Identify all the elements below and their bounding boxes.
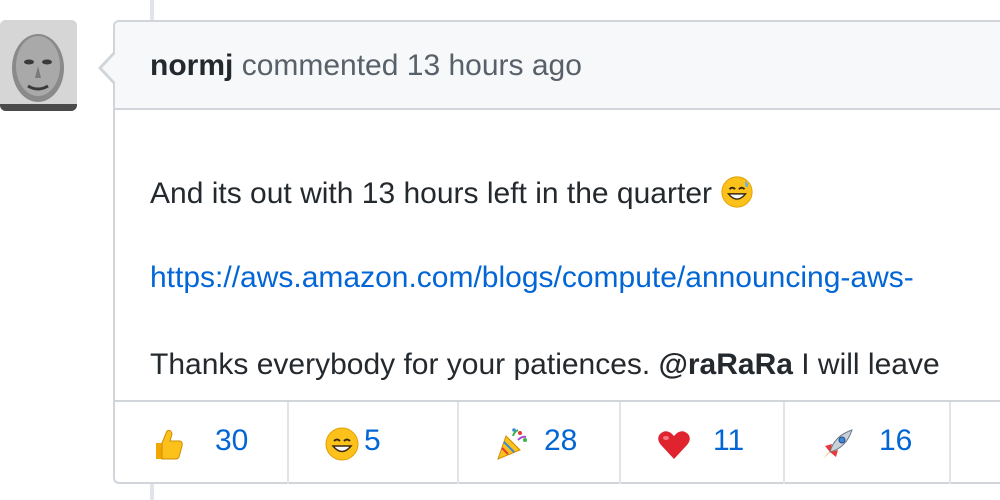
body-text-3-suffix: I will leave <box>801 348 940 381</box>
rocket-icon <box>823 429 853 459</box>
blog-link[interactable]: https://aws.amazon.com/blogs/compute/ann… <box>150 261 914 294</box>
heart-icon <box>658 431 690 459</box>
comment-header: normj commented 13 hours ago <box>115 22 1000 110</box>
reaction-count: 16 <box>879 424 913 457</box>
reaction-heart[interactable]: 11 <box>621 402 785 484</box>
reaction-count: 30 <box>215 424 249 457</box>
avatar-image <box>0 20 77 111</box>
reaction-count: 11 <box>713 424 745 457</box>
body-text-3: Thanks everybody for your patiences. <box>150 348 651 381</box>
comment-box: normj commented 13 hours ago And its out… <box>113 20 1000 484</box>
comment-action: commented <box>241 49 399 82</box>
reaction-rocket[interactable]: 16 <box>785 402 951 484</box>
header-text: normj commented 13 hours ago <box>150 49 582 83</box>
body-line-1: And its out with 13 hours left in the qu… <box>150 175 754 212</box>
reaction-hooray[interactable]: 28 <box>459 402 621 484</box>
reaction-thumbs-up[interactable]: 30 <box>115 402 289 484</box>
reaction-smile[interactable]: 5 <box>289 402 459 484</box>
user-mention[interactable]: @raRaRa <box>659 348 793 381</box>
reaction-count: 28 <box>544 424 578 457</box>
page: normj commented 13 hours ago And its out… <box>0 0 1000 500</box>
smile-icon <box>325 427 359 461</box>
reaction-count: 5 <box>364 424 381 457</box>
author-link[interactable]: normj <box>150 49 233 82</box>
body-line-2: https://aws.amazon.com/blogs/compute/ann… <box>150 260 914 296</box>
body-text-1: And its out with 13 hours left in the qu… <box>150 177 712 210</box>
reaction-add[interactable] <box>951 402 1000 484</box>
reactions-bar: 30 5 28 11 16 <box>115 400 1000 484</box>
avatar[interactable] <box>0 20 77 111</box>
body-line-3: Thanks everybody for your patiences. @ra… <box>150 347 940 383</box>
party-popper-icon <box>497 428 527 460</box>
thumbs-up-icon <box>156 429 183 460</box>
sweat-smile-emoji-icon <box>721 176 753 208</box>
comment-caret-fill <box>102 52 117 84</box>
timestamp-link[interactable]: 13 hours ago <box>407 49 582 82</box>
